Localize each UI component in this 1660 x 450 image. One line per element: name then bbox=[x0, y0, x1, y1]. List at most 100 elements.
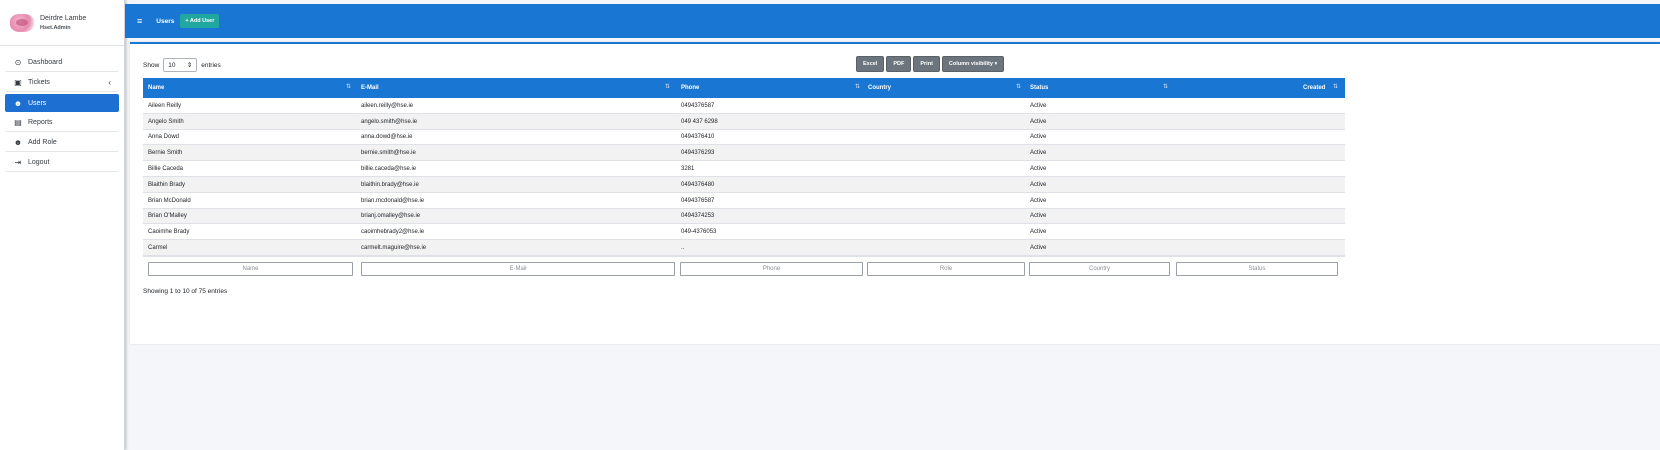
cell-phone: 0494376587 bbox=[681, 102, 715, 109]
column-header-name[interactable]: Name bbox=[148, 78, 164, 98]
sort-asc-icon[interactable]: ⇅ bbox=[346, 83, 351, 90]
cell-email: aileen.reilly@hse.ie bbox=[361, 102, 414, 109]
table-row[interactable]: Brian McDonald brian.mcdonald@hse.ie 049… bbox=[143, 193, 1345, 209]
cell-email: brian.mcdonald@hse.ie bbox=[361, 197, 425, 204]
column-header-phone[interactable]: Phone bbox=[681, 78, 699, 98]
cell-name: Brian O'Malley bbox=[148, 213, 187, 220]
filter-email-input[interactable]: E-Mail bbox=[361, 261, 675, 276]
cell-name: Blaithin Brady bbox=[148, 181, 186, 188]
cell-name: Caoimhe Brady bbox=[148, 229, 190, 236]
cell-status: Active bbox=[1030, 118, 1047, 125]
sort-icon[interactable]: ⇅ bbox=[1163, 83, 1168, 90]
filter-name-input[interactable]: Name bbox=[148, 261, 353, 276]
cell-email: angelo.smith@hse.ie bbox=[361, 118, 418, 125]
sidebar-item-tickets[interactable]: ▣ Tickets ‹ bbox=[5, 74, 119, 92]
cell-email: brianj.omalley@hse.ie bbox=[361, 213, 421, 220]
hamburger-menu-icon[interactable]: ≡ bbox=[137, 16, 142, 26]
avatar bbox=[10, 13, 34, 32]
table-row[interactable]: Angelo Smith angelo.smith@hse.ie 049 437… bbox=[143, 113, 1345, 130]
sidebar-item-reports[interactable]: ▤ Reports bbox=[5, 114, 119, 132]
chevron-left-icon: ‹ bbox=[108, 78, 111, 87]
cell-name: Anna Dowd bbox=[148, 134, 180, 141]
page-length-control: Show 10 ⇕ entries bbox=[143, 58, 221, 72]
sidebar-item-add-role[interactable]: ☻ Add Role bbox=[5, 134, 119, 152]
show-label: Show bbox=[143, 61, 160, 69]
top-navbar: ≡ Users + Add User bbox=[125, 4, 1660, 38]
sidebar-item-dashboard[interactable]: ⊙ Dashboard bbox=[5, 54, 119, 72]
cell-email: bernie.smith@hse.ie bbox=[361, 150, 416, 157]
cell-status: Active bbox=[1030, 181, 1047, 188]
ticket-icon: ▣ bbox=[14, 78, 22, 87]
cell-phone: 049 437 6298 bbox=[681, 118, 718, 125]
table-header: Name ⇅ E-Mail ⇅ Phone ⇅ Country ⇅ Status… bbox=[143, 78, 1345, 98]
print-button[interactable]: Print bbox=[913, 56, 940, 72]
table-row[interactable]: Caoimhe Brady caoimhebrady2@hse.ie 049-4… bbox=[143, 224, 1345, 241]
page-length-select[interactable]: 10 ⇕ bbox=[163, 58, 198, 72]
user-panel[interactable]: Deirdre Lambe Hset.Admin bbox=[0, 0, 124, 46]
table-row[interactable]: Bernie Smith bernie.smith@hse.ie 0494376… bbox=[143, 145, 1345, 162]
cell-email: billie.caceda@hse.ie bbox=[361, 166, 417, 173]
table-row[interactable]: Billie Caceda billie.caceda@hse.ie 3281 … bbox=[143, 161, 1345, 177]
column-header-country[interactable]: Country bbox=[868, 78, 891, 98]
cell-status: Active bbox=[1030, 197, 1047, 204]
sort-icon[interactable]: ⇅ bbox=[665, 83, 670, 90]
sidebar-item-label: Logout bbox=[28, 159, 50, 166]
sidebar-item-logout[interactable]: ⇥ Logout bbox=[5, 154, 119, 172]
cell-name: Aileen Reilly bbox=[148, 102, 182, 109]
column-header-created[interactable]: Created bbox=[1303, 78, 1325, 98]
cell-name: Bernie Smith bbox=[148, 150, 183, 157]
cell-phone: 3281 bbox=[681, 166, 695, 173]
cell-phone: 0494376480 bbox=[681, 181, 715, 188]
cell-email: anna.dowd@hse.ie bbox=[361, 134, 413, 141]
column-filters: Name E-Mail Phone Role Country Status bbox=[143, 255, 1345, 280]
column-visibility-button[interactable]: Column visibility ▾ bbox=[941, 56, 1005, 72]
page-length-value: 10 bbox=[168, 61, 176, 69]
add-user-button[interactable]: + Add User bbox=[180, 14, 220, 28]
table-row[interactable]: Aileen Reilly aileen.reilly@hse.ie 04943… bbox=[143, 98, 1345, 114]
filter-role-input[interactable]: Role bbox=[867, 261, 1025, 276]
cell-status: Active bbox=[1030, 166, 1047, 173]
excel-button[interactable]: Excel bbox=[856, 56, 885, 72]
sort-icon[interactable]: ⇅ bbox=[1016, 83, 1021, 90]
user-name: Deirdre Lambe bbox=[40, 14, 87, 22]
users-card: Show 10 ⇕ entries Excel PDF Print Column… bbox=[130, 42, 1660, 344]
pdf-button[interactable]: PDF bbox=[886, 56, 912, 72]
users-table: Name ⇅ E-Mail ⇅ Phone ⇅ Country ⇅ Status… bbox=[143, 78, 1345, 280]
cell-phone: 0494374253 bbox=[681, 213, 715, 220]
cell-email: blaithin.brady@hse.ie bbox=[361, 181, 419, 188]
cell-phone: 049-4376053 bbox=[681, 229, 717, 236]
cell-phone: 0494376293 bbox=[681, 150, 715, 157]
sidebar-item-label: Users bbox=[28, 99, 47, 107]
table-row[interactable]: Brian O'Malley brianj.omalley@hse.ie 049… bbox=[143, 208, 1345, 225]
entries-label: entries bbox=[201, 61, 221, 69]
cell-phone: .. bbox=[681, 245, 685, 252]
sidebar-item-label: Add Role bbox=[28, 139, 57, 146]
cell-status: Active bbox=[1030, 245, 1047, 252]
cell-status: Active bbox=[1030, 229, 1047, 236]
table-row[interactable]: Blaithin Brady blaithin.brady@hse.ie 049… bbox=[143, 176, 1345, 193]
cell-name: Brian McDonald bbox=[148, 197, 191, 204]
sort-icon[interactable]: ⇅ bbox=[1333, 83, 1338, 90]
users-icon: ☻ bbox=[13, 98, 23, 108]
cell-name: Carmel bbox=[148, 245, 168, 252]
cell-phone: 0494376587 bbox=[681, 197, 715, 204]
dashboard-icon: ⊙ bbox=[14, 58, 22, 67]
sidebar-item-label: Tickets bbox=[28, 79, 50, 86]
filter-status-input[interactable]: Status bbox=[1176, 261, 1338, 276]
sidebar-item-label: Reports bbox=[28, 119, 53, 126]
table-row[interactable]: Carmel carmelt.maguire@hse.ie .. Active bbox=[143, 240, 1345, 256]
table-row[interactable]: Anna Dowd anna.dowd@hse.ie 0494376410 Ac… bbox=[143, 130, 1345, 146]
filter-phone-input[interactable]: Phone bbox=[680, 261, 863, 276]
sidebar-item-users[interactable]: ☻ Users bbox=[5, 94, 119, 112]
column-header-email[interactable]: E-Mail bbox=[361, 78, 379, 98]
filter-country-input[interactable]: Country bbox=[1029, 261, 1170, 276]
sort-updown-icon: ⇕ bbox=[186, 62, 193, 69]
cell-email: carmelt.maguire@hse.ie bbox=[361, 245, 427, 252]
users-icon: ☻ bbox=[13, 138, 23, 147]
report-icon: ▤ bbox=[14, 118, 22, 127]
column-header-status[interactable]: Status bbox=[1030, 78, 1048, 98]
sidebar-item-label: Dashboard bbox=[28, 59, 63, 66]
sort-icon[interactable]: ⇅ bbox=[855, 83, 860, 90]
page-title: Users bbox=[156, 17, 175, 25]
cell-status: Active bbox=[1030, 134, 1047, 141]
